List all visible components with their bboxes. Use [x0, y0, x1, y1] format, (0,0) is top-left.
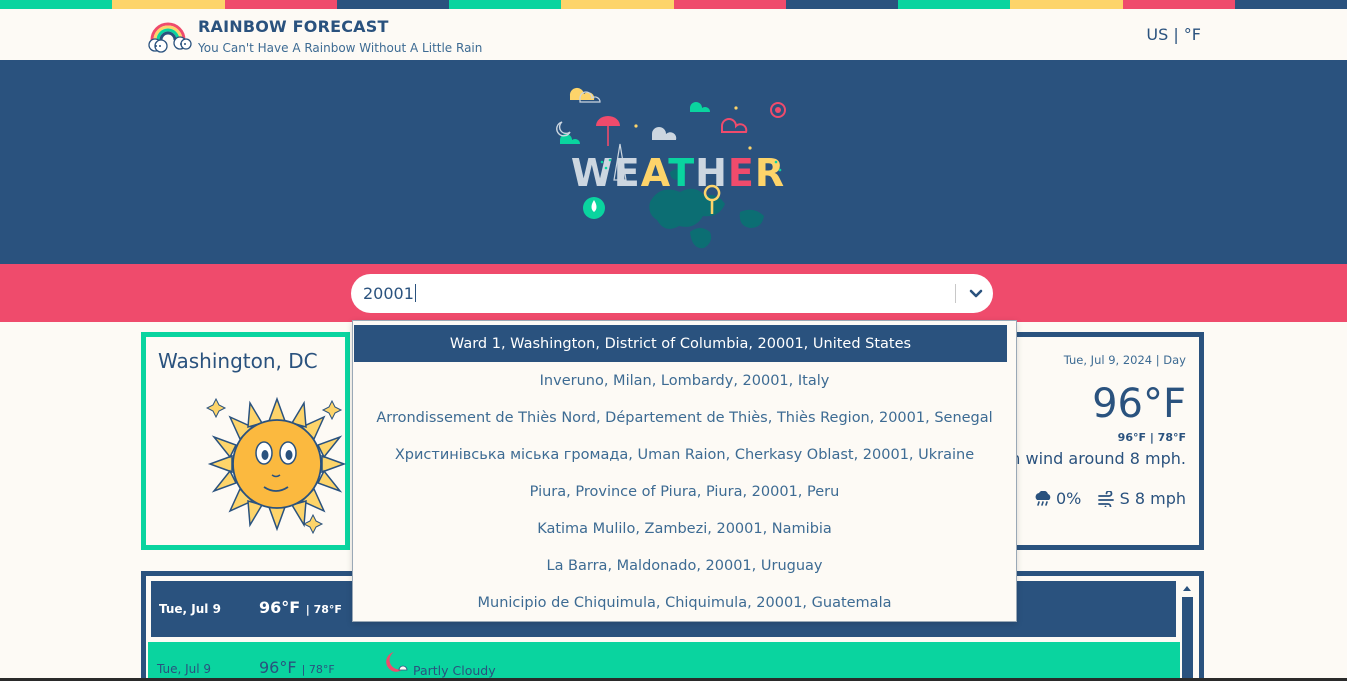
brand-title: RAINBOW FORECAST	[198, 17, 389, 36]
city-name: Washington, DC	[158, 349, 318, 373]
dropdown-option[interactable]: Municipio de Chiquimula, Chiquimula, 200…	[353, 584, 1016, 621]
sun-icon	[206, 396, 347, 535]
scroll-up-arrow-icon[interactable]	[1181, 581, 1193, 595]
rainbow-segment	[449, 0, 562, 9]
forecast-day: Tue, Jul 9	[159, 602, 221, 616]
top-bar: RAINBOW FORECAST You Can't Have A Rainbo…	[0, 9, 1347, 60]
rainbow-strip	[0, 0, 1347, 9]
hero-banner: WEATHER	[0, 60, 1347, 264]
current-hi-lo: 96°F | 78°F	[1117, 431, 1186, 444]
chevron-down-icon[interactable]	[959, 278, 993, 309]
current-details-card: Tue, Jul 9, 2024 | Day 96°F 96°F | 78°F …	[1010, 332, 1204, 550]
rainbow-segment	[1122, 0, 1235, 9]
forecast-temp: 96°F | 78°F	[259, 598, 342, 617]
current-description: h wind around 8 mph.	[1010, 449, 1186, 468]
dropdown-option[interactable]: Христинівська міська громада, Uman Raion…	[353, 436, 1016, 473]
dropdown-option[interactable]: Katima Mulilo, Zambezi, 20001, Namibia	[353, 510, 1016, 547]
forecast-day: Tue, Jul 9	[157, 662, 212, 676]
rainbow-logo-icon	[148, 22, 192, 53]
brand-tagline: You Can't Have A Rainbow Without A Littl…	[198, 41, 483, 55]
weather-wordmark: WEATHER	[571, 151, 785, 195]
wind-value: S 8 mph	[1119, 489, 1186, 508]
rainbow-segment	[1010, 0, 1123, 9]
rainbow-segment	[561, 0, 674, 9]
units-toggle[interactable]: US | °F	[1146, 25, 1201, 44]
current-temperature: 96°F	[1092, 381, 1186, 427]
rainbow-segment	[224, 0, 337, 9]
dropdown-option[interactable]: La Barra, Maldonado, 20001, Uruguay	[353, 547, 1016, 584]
forecast-condition: Partly Cloudy	[413, 663, 496, 678]
weather-illustration: WEATHER	[556, 87, 786, 249]
current-weather-card: Washington, DC	[141, 332, 350, 550]
precipitation: 0%	[1034, 489, 1081, 508]
rain-cloud-icon	[1035, 490, 1051, 506]
search-divider	[955, 284, 956, 303]
current-date: Tue, Jul 9, 2024 | Day	[1063, 353, 1186, 367]
rainbow-segment	[0, 0, 113, 9]
rainbow-segment	[898, 0, 1011, 9]
wind-icon	[1097, 490, 1114, 507]
location-search-input[interactable]: 20001	[351, 274, 993, 313]
rainbow-segment	[1234, 0, 1347, 9]
rainbow-segment	[112, 0, 225, 9]
dropdown-option[interactable]: Arrondissement de Thiès Nord, Départemen…	[353, 399, 1016, 436]
scroll-thumb[interactable]	[1182, 597, 1193, 681]
wind: S 8 mph	[1097, 489, 1186, 508]
brand[interactable]: RAINBOW FORECAST You Can't Have A Rainbo…	[146, 16, 482, 55]
search-band: 20001	[0, 264, 1347, 322]
rainbow-segment	[785, 0, 898, 9]
precipitation-value: 0%	[1056, 489, 1082, 508]
dropdown-option[interactable]: Piura, Province of Piura, Piura, 20001, …	[353, 473, 1016, 510]
dropdown-option[interactable]: Ward 1, Washington, District of Columbia…	[354, 325, 1007, 362]
search-value[interactable]: 20001	[363, 284, 416, 303]
dropdown-option[interactable]: Inveruno, Milan, Lombardy, 20001, Italy	[353, 362, 1016, 399]
moon-icon	[386, 652, 408, 672]
location-suggestions-dropdown: Ward 1, Washington, District of Columbia…	[352, 320, 1017, 622]
forecast-scrollbar[interactable]	[1181, 581, 1193, 681]
rainbow-segment	[336, 0, 449, 9]
forecast-row[interactable]: Tue, Jul 9 96°F | 78°F Partly Cloudy	[148, 642, 1180, 681]
forecast-temp: 96°F | 78°F	[259, 658, 335, 677]
rainbow-segment	[673, 0, 786, 9]
